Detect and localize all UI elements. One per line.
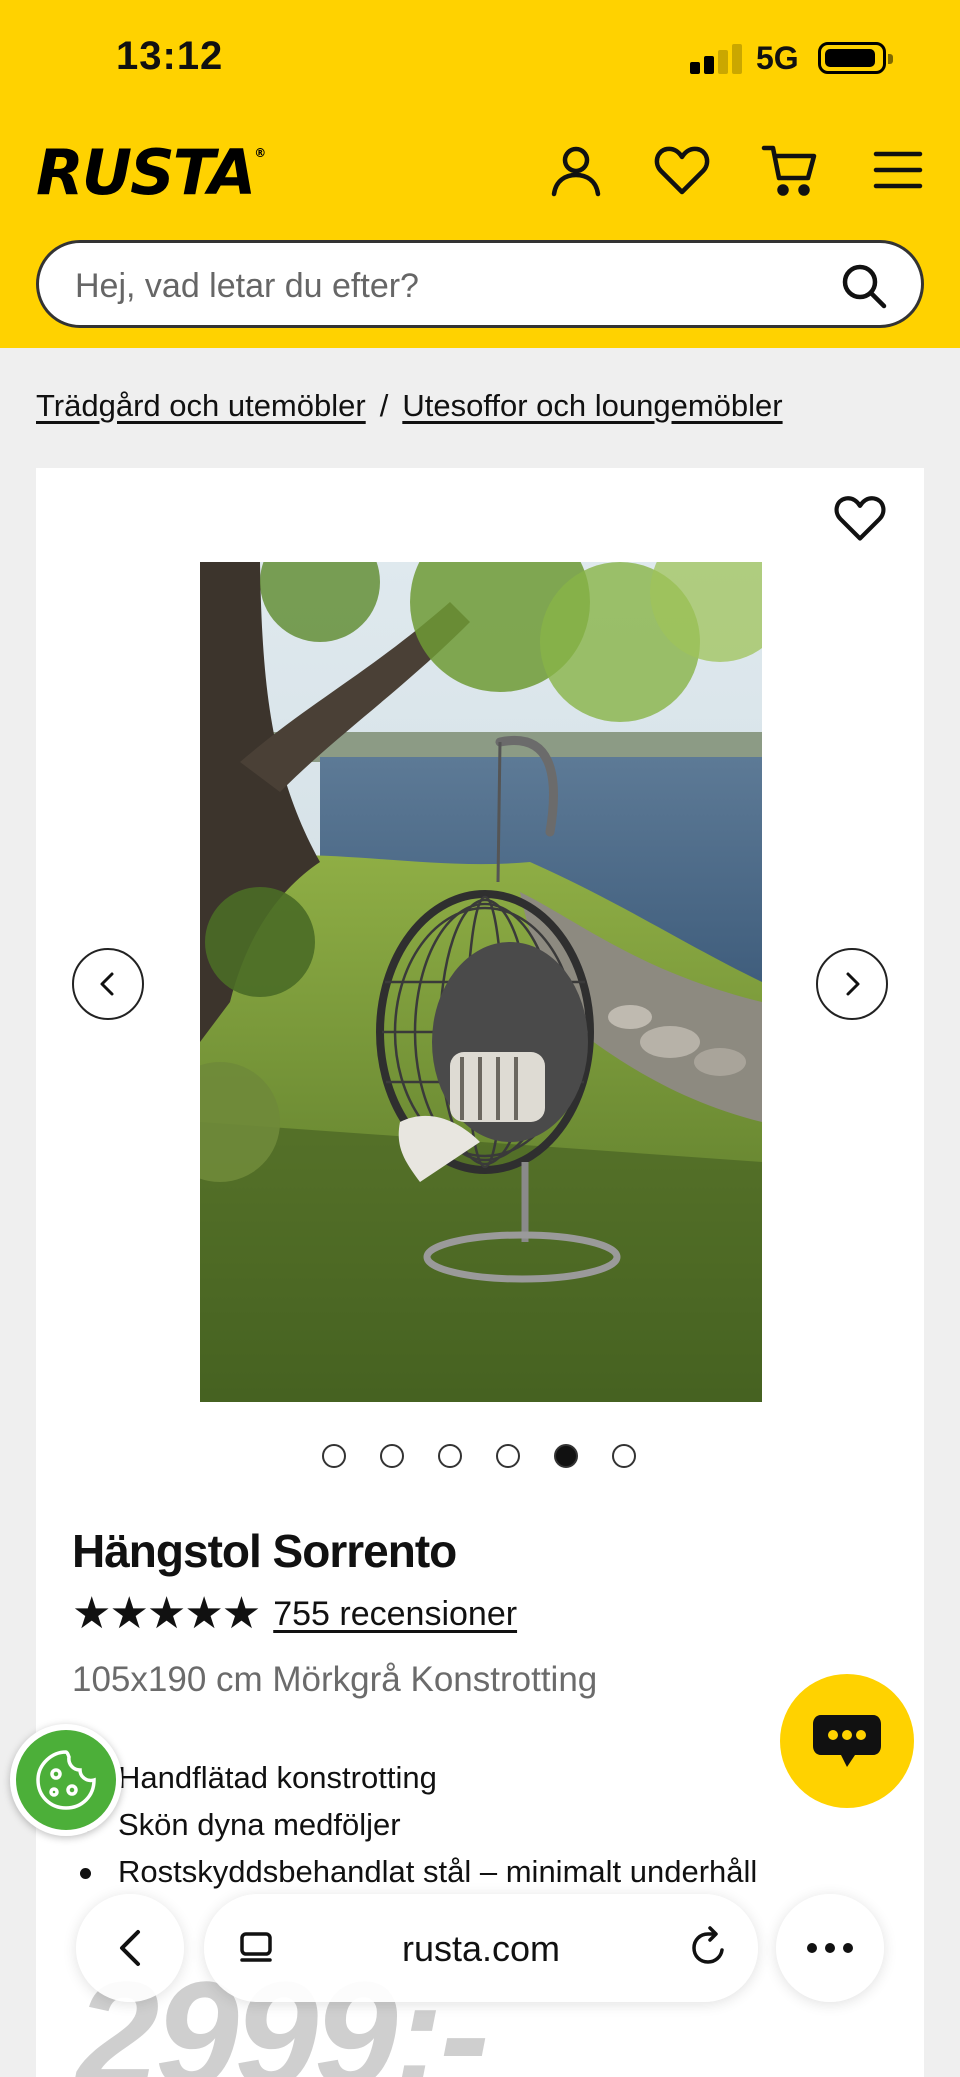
network-label: 5G xyxy=(756,40,799,76)
chat-button[interactable] xyxy=(780,1674,914,1808)
breadcrumb-link-sofas[interactable]: Utesoffor och loungemöbler xyxy=(402,388,782,423)
chevron-left-icon xyxy=(100,972,114,996)
search-input[interactable]: Hej, vad letar du efter? xyxy=(36,240,924,328)
product-variant: 105x190 cm Mörkgrå Konstrotting xyxy=(72,1660,598,1699)
address-url: rusta.com xyxy=(401,1928,561,1969)
breadcrumb-link-garden[interactable]: Trädgård och utemöbler xyxy=(36,388,366,423)
site-header: 13:12 5G RUSTA® Hej, vad letar du efter? xyxy=(0,0,960,348)
cookie-settings-button[interactable] xyxy=(10,1724,122,1836)
more-dots-icon xyxy=(807,1943,853,1953)
chevron-right-icon xyxy=(846,972,860,996)
product-rating: ★★★★★ 755 recensioner xyxy=(72,1592,517,1636)
carousel-dot[interactable] xyxy=(322,1444,346,1468)
rusta-logo[interactable]: RUSTA® xyxy=(36,136,266,209)
browser-back-button[interactable] xyxy=(76,1894,184,2002)
carousel-dot[interactable] xyxy=(612,1444,636,1468)
feature-list: Handflätad konstrotting Skön dyna medföl… xyxy=(72,1754,757,1895)
carousel-dot[interactable] xyxy=(554,1444,578,1468)
logo-registered-mark: ® xyxy=(254,146,266,160)
chat-bubble-icon xyxy=(813,1715,881,1767)
product-card: Hängstol Sorrento ★★★★★ 755 recensioner … xyxy=(36,468,924,2077)
carousel-prev-button[interactable] xyxy=(72,948,144,1020)
battery-icon xyxy=(818,42,893,74)
carousel-dot[interactable] xyxy=(380,1444,404,1468)
menu-icon[interactable] xyxy=(868,140,928,200)
address-bar[interactable]: rusta.com xyxy=(204,1894,758,2002)
product-title: Hängstol Sorrento xyxy=(72,1525,457,1577)
favorite-heart-icon[interactable] xyxy=(832,490,888,546)
carousel-dot[interactable] xyxy=(496,1444,520,1468)
breadcrumb: Trädgård och utemöbler / Utesoffor och lou… xyxy=(36,388,783,424)
back-arrow-icon xyxy=(120,1930,140,1966)
logo-text: RUSTA xyxy=(36,136,256,209)
browser-more-button[interactable] xyxy=(776,1894,884,2002)
cookie-icon xyxy=(36,1750,96,1810)
cart-icon[interactable] xyxy=(760,140,820,200)
reviews-link[interactable]: 755 recensioner xyxy=(273,1595,517,1634)
feature-item: Skön dyna medföljer xyxy=(72,1801,757,1848)
reload-icon[interactable] xyxy=(686,1924,732,1970)
heart-icon[interactable] xyxy=(652,140,712,200)
product-image[interactable] xyxy=(200,562,762,1402)
search-icon[interactable] xyxy=(839,261,889,311)
search-placeholder: Hej, vad letar du efter? xyxy=(75,267,419,305)
rating-stars: ★★★★★ xyxy=(72,1589,261,1638)
carousel-dot[interactable] xyxy=(438,1444,462,1468)
browser-toolbar: rusta.com xyxy=(0,1880,960,2030)
carousel-next-button[interactable] xyxy=(816,948,888,1020)
status-bar: 13:12 5G xyxy=(0,0,960,118)
account-icon[interactable] xyxy=(546,140,606,200)
status-time: 13:12 xyxy=(116,34,224,78)
carousel-indicators xyxy=(322,1444,636,1472)
signal-icon xyxy=(690,42,750,74)
feature-item: Handflätad konstrotting xyxy=(72,1754,757,1801)
breadcrumb-separator: / xyxy=(379,388,389,423)
